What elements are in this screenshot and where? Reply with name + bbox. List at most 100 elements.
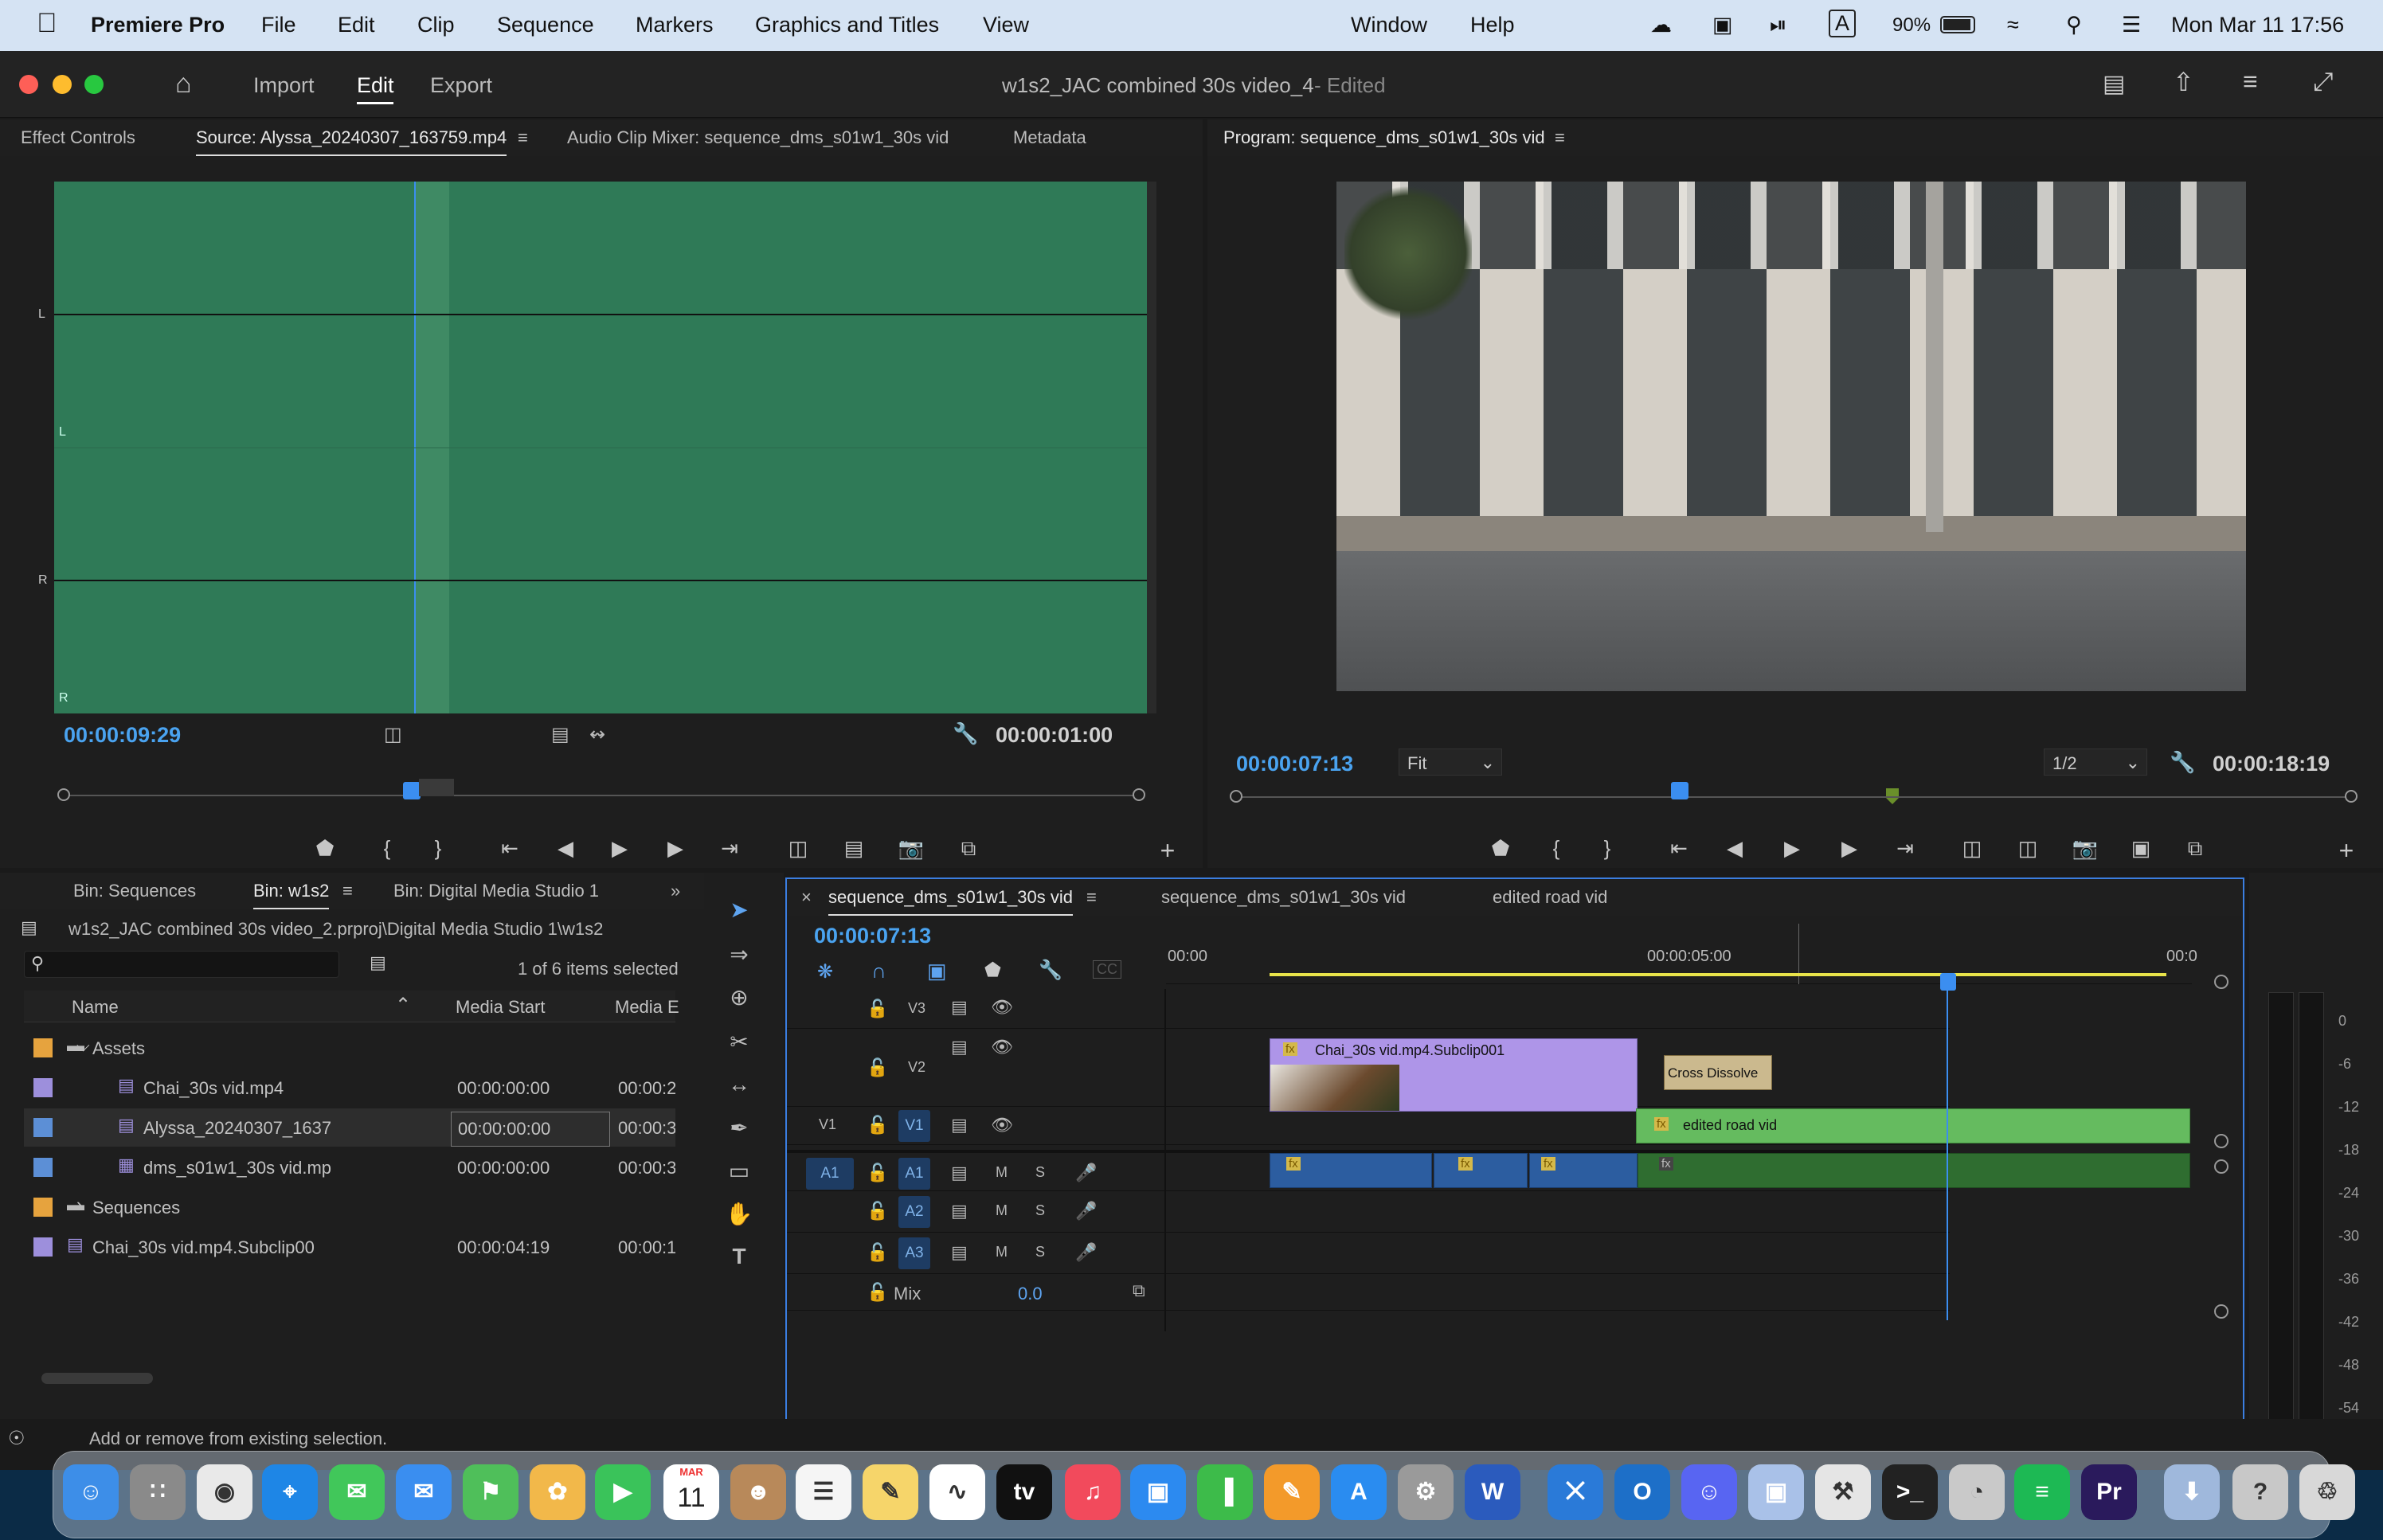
captions-icon[interactable]: CC (1093, 960, 1121, 979)
program-menu-icon[interactable]: ≡ (1555, 127, 1565, 148)
sync-lock-icon[interactable]: ▤ (951, 997, 968, 1018)
solo-button[interactable]: S (1035, 1244, 1045, 1261)
dock-contacts-icon[interactable]: ☻ (730, 1464, 786, 1520)
dock-discord-icon[interactable]: ☺ (1681, 1464, 1737, 1520)
hand-tool-icon[interactable]: ✋ (722, 1201, 757, 1236)
bin-row[interactable]: ▤ Chai_30s vid.mp4 00:00:00:00 00:00:2 (24, 1069, 675, 1107)
close-tab-icon[interactable]: × (801, 887, 812, 908)
dock-spotify-icon[interactable]: ≡ (2014, 1464, 2070, 1520)
dock-outlook-icon[interactable]: O (1614, 1464, 1670, 1520)
mic-icon[interactable]: 🎤 (1075, 1201, 1097, 1221)
export-frame-icon[interactable]: 📷 (2069, 836, 2101, 861)
dock-keynote-icon[interactable]: ▣ (1130, 1464, 1186, 1520)
minimize-button[interactable] (53, 75, 72, 94)
dock-terminal-icon[interactable]: >_ (1882, 1464, 1938, 1520)
dock-chrome-icon[interactable]: ◉ (197, 1464, 252, 1520)
fx-badge[interactable]: fx (1654, 1117, 1669, 1131)
track-label-v3[interactable]: V3 (908, 1000, 925, 1017)
creative-cloud-icon[interactable]: ☁ (1650, 13, 1672, 37)
lock-icon[interactable]: 🔓 (867, 1115, 888, 1135)
dock-premiere-pro-icon[interactable]: Pr (2081, 1464, 2137, 1520)
tab-export[interactable]: Export (430, 73, 492, 98)
bin-menu-icon[interactable]: ≡ (342, 881, 353, 901)
play-icon[interactable]: ▶ (1776, 836, 1808, 861)
track-label-a1[interactable]: A1 (898, 1158, 930, 1190)
bin-row[interactable]: › ▬ Sequences (24, 1188, 675, 1226)
dock-downloads-icon[interactable]: ⬇ (2164, 1464, 2220, 1520)
dock-pages-icon[interactable]: ✎ (1264, 1464, 1320, 1520)
add-marker-icon[interactable]: ⬟ (984, 959, 1001, 982)
lock-icon[interactable]: 🔓 (867, 1201, 888, 1221)
dock-tv-icon[interactable]: tv (996, 1464, 1052, 1520)
v-scroll-handle-2[interactable] (2214, 1134, 2228, 1148)
overwrite-clip-icon[interactable]: ▤ (838, 836, 870, 861)
cross-dissolve-transition[interactable]: Cross Dissolve (1664, 1055, 1772, 1090)
mark-in-icon[interactable]: { (1540, 836, 1572, 861)
dock-maps-icon[interactable]: ⚑ (463, 1464, 518, 1520)
lock-icon[interactable]: 🔓 (867, 1282, 888, 1303)
lock-icon[interactable]: 🔓 (867, 1057, 888, 1078)
label-color-swatch[interactable] (33, 1158, 53, 1177)
add-button-icon[interactable]: + (2330, 836, 2362, 866)
menu-edit[interactable]: Edit (338, 13, 375, 37)
menu-view[interactable]: View (983, 13, 1029, 37)
eye-icon[interactable]: 👁 (991, 1115, 1013, 1135)
ripple-edit-icon[interactable]: ⊕ (722, 984, 757, 1019)
source-scrubber[interactable] (57, 779, 1145, 801)
tab-import[interactable]: Import (253, 73, 315, 98)
quick-export-icon[interactable]: ▤ (2103, 70, 2125, 98)
menu-sequence[interactable]: Sequence (497, 13, 594, 37)
menu-file[interactable]: File (261, 13, 296, 37)
tab-metadata[interactable]: Metadata (1013, 127, 1086, 148)
battery-icon[interactable] (1940, 16, 1975, 33)
selection-tool-icon[interactable]: ➤ (722, 897, 757, 932)
dock-music-icon[interactable]: ♫ (1065, 1464, 1121, 1520)
dock-photos-icon[interactable]: ✿ (530, 1464, 585, 1520)
insert-overwrite-icon[interactable]: ▣ (927, 959, 947, 983)
dock-app-store-icon[interactable]: A (1331, 1464, 1387, 1520)
tab-audio-clip-mixer[interactable]: Audio Clip Mixer: sequence_dms_s01w1_30s… (567, 127, 949, 148)
col-name[interactable]: Name (72, 997, 119, 1018)
bin-up-icon[interactable]: ▤ (21, 917, 37, 938)
sync-lock-icon[interactable]: ▤ (951, 1037, 968, 1057)
program-video-frame[interactable] (1336, 182, 2246, 691)
eye-icon[interactable]: 👁 (991, 1037, 1013, 1057)
sort-icon[interactable]: ⌃ (395, 994, 411, 1017)
go-to-out-icon[interactable]: ⇥ (714, 836, 745, 861)
timeline-playhead-marker[interactable] (1940, 973, 1956, 991)
go-to-in-icon[interactable]: ⇤ (494, 836, 526, 861)
dock-freeform-icon[interactable]: ∿ (929, 1464, 985, 1520)
menu-clip[interactable]: Clip (417, 13, 455, 37)
v-scroll-handle-4[interactable] (2214, 1304, 2228, 1319)
label-color-swatch[interactable] (33, 1038, 53, 1057)
slip-tool-icon[interactable]: ↔ (722, 1072, 757, 1107)
work-area-bar[interactable] (1270, 973, 2166, 976)
label-color-swatch[interactable] (33, 1118, 53, 1137)
dock-preview-icon[interactable]: ▣ (1748, 1464, 1804, 1520)
timeline-ruler[interactable]: 00:00 00:00:05:00 00:0 (1166, 924, 2197, 984)
bin-search-input[interactable]: ⚲ (24, 951, 339, 978)
dock-utility-icon[interactable]: ⚒ (1815, 1464, 1871, 1520)
lift-icon[interactable]: ◫ (1956, 836, 1988, 861)
step-back-icon[interactable]: ◀ (1719, 836, 1751, 861)
tab-edited-road[interactable]: edited road vid (1493, 887, 1607, 908)
control-center-icon[interactable]: ☰ (2122, 13, 2141, 37)
fx-badge[interactable]: fx (1283, 1042, 1297, 1056)
export-frame-icon[interactable]: 📷 (895, 836, 927, 861)
track-label-a3[interactable]: A3 (898, 1237, 930, 1269)
go-to-in-icon[interactable]: ⇤ (1663, 836, 1695, 861)
audio-clip-a1-road[interactable]: fx (1638, 1153, 2190, 1188)
mark-out-icon[interactable]: } (1591, 836, 1623, 861)
bin-row[interactable]: ▤ Chai_30s vid.mp4.Subclip00 00:00:04:19 00… (24, 1228, 675, 1266)
dock-reminders-icon[interactable]: ☰ (796, 1464, 851, 1520)
dock-disk-utility-icon[interactable]: ◔ (1949, 1464, 2005, 1520)
col-media-start[interactable]: Media Start (456, 997, 546, 1018)
track-label-v1[interactable]: V1 (898, 1110, 930, 1142)
wifi-icon[interactable]: ≈ (2007, 13, 2019, 37)
solo-button[interactable]: S (1035, 1164, 1045, 1181)
add-marker-icon[interactable]: ⬟ (309, 836, 341, 861)
dock-numbers-icon[interactable]: ▐ (1197, 1464, 1253, 1520)
rectangle-tool-icon[interactable]: ▭ (722, 1158, 757, 1193)
dock-system-settings-icon[interactable]: ⚙ (1398, 1464, 1454, 1520)
mic-icon[interactable]: 🎤 (1075, 1242, 1097, 1263)
